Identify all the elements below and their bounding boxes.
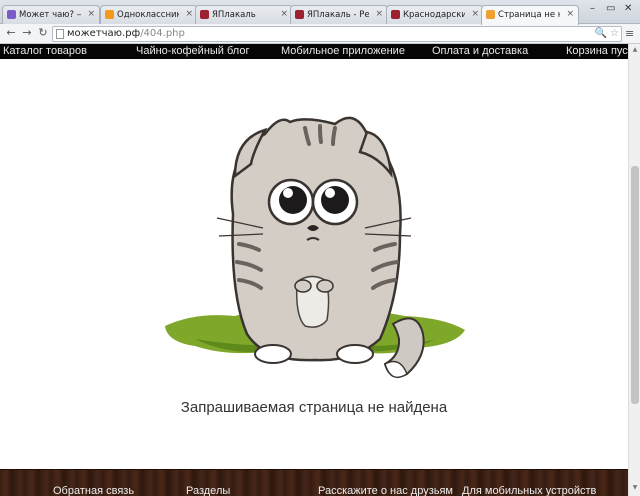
address-bar[interactable]: можетчаю.рф/404.php 🔍 ☆ [52,26,622,42]
not-found-message: Запрашиваемая страница не найдена [180,399,448,416]
close-window-icon[interactable]: ✕ [624,3,632,14]
cat-paw-right [316,279,334,293]
search-icon[interactable]: 🔍 [595,27,607,41]
tab-favicon-icon [7,10,16,19]
tab-title: ЯПлакаль [212,10,256,20]
tab-title: Страница не найд [498,10,560,20]
vertical-scrollbar[interactable]: ▲ ▼ [628,44,640,496]
cat-foot-left [254,344,292,364]
tab-active[interactable]: Страница не найд × [481,5,579,25]
cat-eye-shine-right [325,188,335,198]
scroll-down-icon[interactable]: ▼ [631,484,639,491]
tab-close-icon[interactable]: × [185,9,193,19]
tab-close-icon[interactable]: × [375,9,383,19]
tab-close-icon[interactable]: × [566,9,574,19]
cat-pupil-left [279,186,307,214]
nav-catalog[interactable]: Каталог товаров [3,45,87,57]
tab-5[interactable]: Краснодарский сл × [386,5,484,24]
footer-mobile-link[interactable]: Для мобильных устройств [462,485,596,496]
scroll-up-icon[interactable]: ▲ [631,46,639,53]
footer-feedback-link[interactable]: Обратная связь [53,485,134,496]
tab-title: Краснодарский сл [403,10,465,20]
tab-4[interactable]: ЯПлакаль - Резуль × [290,5,388,24]
minimize-icon[interactable]: – [590,3,595,14]
tab-favicon-icon [295,10,304,19]
tab-title: ЯПлакаль - Резуль [307,10,369,20]
browser-toolbar: ← → ↻ можетчаю.рф/404.php 🔍 ☆ ≡ [0,24,640,44]
nav-cart[interactable]: Корзина пуста [566,45,628,57]
forward-icon[interactable]: → [20,26,34,40]
menu-icon[interactable]: ≡ [625,27,634,40]
restore-icon[interactable]: ▭ [606,3,615,14]
footer-share-link[interactable]: Расскажите о нас друзьям [318,485,453,496]
tab-strip: Может чаю? — св × Одноклассники × ЯПлака… [0,0,640,25]
page-viewport: Каталог товаров Чайно-кофейный блог Моби… [0,44,628,496]
tab-3[interactable]: ЯПлакаль × [195,5,293,24]
tab-close-icon[interactable]: × [471,9,479,19]
cat-foot-right [336,344,374,364]
reload-icon[interactable]: ↻ [36,26,50,40]
address-domain: можетчаю.рф [67,28,141,39]
cat-paw-left [294,279,312,293]
tab-favicon-icon [486,10,495,19]
nav-payment-delivery[interactable]: Оплата и доставка [432,45,528,57]
sad-cat-illustration [165,116,465,379]
site-footer: Обратная связь Разделы Расскажите о нас … [0,469,628,496]
tab-1[interactable]: Может чаю? — св × [2,5,100,24]
tab-2[interactable]: Одноклассники × [100,5,198,24]
tab-title: Может чаю? — св [19,10,81,20]
page-icon [56,29,64,39]
site-top-nav: Каталог товаров Чайно-кофейный блог Моби… [0,44,628,59]
footer-sections-link[interactable]: Разделы [186,485,230,496]
tab-favicon-icon [391,10,400,19]
nav-mobile-app[interactable]: Мобильное приложение [281,45,405,57]
cat-pupil-right [321,186,349,214]
browser-window: Может чаю? — св × Одноклассники × ЯПлака… [0,0,640,496]
nav-blog[interactable]: Чайно-кофейный блог [136,45,249,57]
address-path: /404.php [140,28,185,39]
cat-eye-shine-left [283,188,293,198]
tab-close-icon[interactable]: × [280,9,288,19]
bookmark-star-icon[interactable]: ☆ [610,27,619,41]
tab-favicon-icon [200,10,209,19]
tab-favicon-icon [105,10,114,19]
back-icon[interactable]: ← [4,26,18,40]
scrollbar-thumb[interactable] [631,166,639,404]
tab-close-icon[interactable]: × [87,9,95,19]
tab-title: Одноклассники [117,10,179,20]
